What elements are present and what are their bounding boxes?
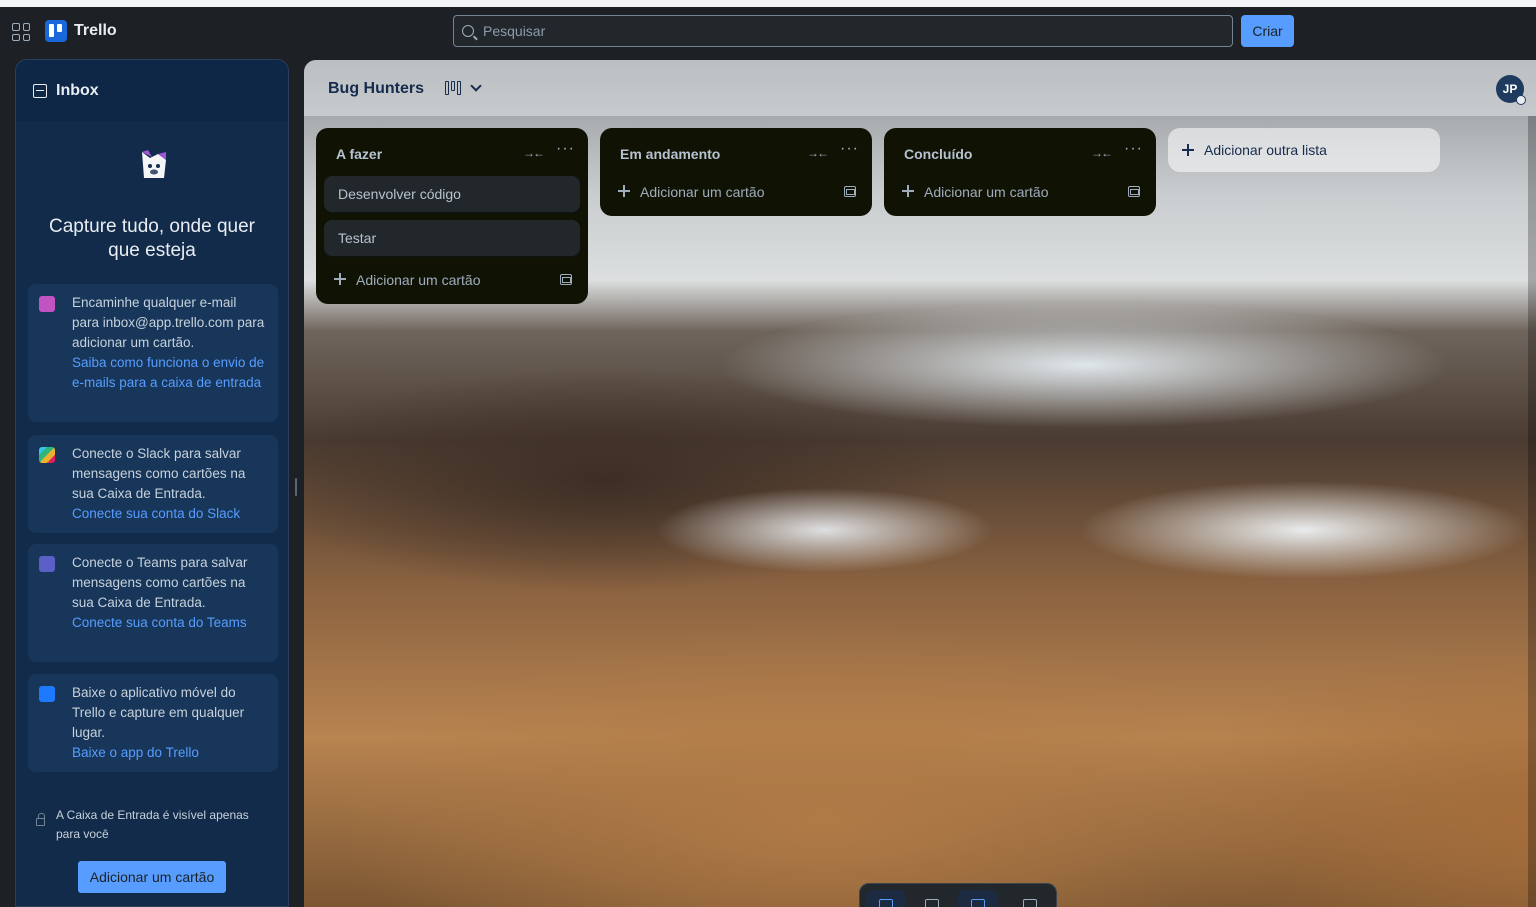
board-view-icon[interactable]	[445, 81, 463, 95]
inbox-icon	[33, 83, 47, 98]
admin-badge-icon	[1516, 95, 1526, 105]
add-card-button[interactable]: Adicionar um cartão	[608, 176, 864, 208]
tip-text: Conecte o Teams para salvar mensagens co…	[72, 555, 248, 610]
search-input[interactable]	[483, 23, 1183, 39]
tip-mobile: Baixe o aplicativo móvel do Trello e cap…	[28, 674, 278, 772]
tip-slack: Conecte o Slack para salvar mensagens co…	[28, 435, 278, 533]
inbox-add-card-button[interactable]: Adicionar um cartão	[78, 861, 226, 893]
browser-edge	[0, 0, 1536, 7]
collapse-list-icon[interactable]: →←	[1091, 146, 1113, 160]
trello-logo[interactable]: Trello	[45, 20, 117, 42]
tip-text: Encaminhe qualquer e-mail para inbox@app…	[72, 295, 265, 350]
slack-icon	[39, 447, 55, 463]
add-card-label: Adicionar um cartão	[640, 184, 765, 200]
board-canvas: Bug Hunters JP A fazer →← ··· Desenvolve…	[304, 60, 1536, 907]
list-em-andamento[interactable]: Em andamento →← ··· Adicionar um cartão	[600, 128, 872, 216]
app-name: Trello	[74, 22, 117, 39]
inbox-hero-text: Capture tudo, onde quer que esteja	[49, 216, 255, 261]
tip-link-teams[interactable]: Conecte sua conta do Teams	[72, 613, 266, 633]
tip-link-email[interactable]: Saiba como funciona o envio de e-mails p…	[72, 353, 266, 393]
avatar-initials: JP	[1502, 82, 1518, 96]
card[interactable]: Testar	[324, 220, 580, 256]
add-card-label: Adicionar um cartão	[924, 184, 1049, 200]
list-title[interactable]: Em andamento	[620, 146, 720, 162]
board-view-toggle[interactable]	[958, 890, 998, 907]
trello-logo-icon	[45, 20, 67, 42]
inbox-privacy-note: A Caixa de Entrada é visível apenas para…	[56, 808, 249, 841]
more-options-icon[interactable]: ···	[1124, 140, 1143, 158]
collapse-list-icon[interactable]: →←	[523, 146, 545, 160]
more-options-icon[interactable]: ···	[840, 140, 859, 158]
search-box[interactable]	[453, 15, 1233, 47]
add-list-button[interactable]: Adicionar outra lista	[1168, 128, 1440, 172]
card-template-icon[interactable]	[844, 186, 856, 197]
add-card-button[interactable]: Adicionar um cartão	[892, 176, 1148, 208]
list-title[interactable]: Concluído	[904, 146, 972, 162]
tip-email: Encaminhe qualquer e-mail para inbox@app…	[28, 284, 278, 422]
inbox-title: Inbox	[56, 81, 99, 99]
create-button[interactable]: Criar	[1241, 15, 1294, 47]
search-icon	[462, 25, 474, 37]
tip-text: Conecte o Slack para salvar mensagens co…	[72, 446, 246, 501]
teams-icon	[39, 556, 55, 572]
switch-board-icon	[1023, 899, 1037, 907]
list-header: Concluído →← ···	[884, 128, 1156, 176]
switch-boards-toggle[interactable]	[1010, 890, 1050, 907]
avatar[interactable]: JP	[1496, 75, 1526, 105]
mobile-icon	[39, 686, 55, 702]
tip-link-slack[interactable]: Conecte sua conta do Slack	[72, 504, 266, 524]
chevron-down-icon[interactable]	[470, 80, 482, 92]
board-icon	[971, 899, 985, 907]
list-header: A fazer →← ···	[316, 128, 588, 176]
tip-text: Baixe o aplicativo móvel do Trello e cap…	[72, 685, 245, 740]
plus-icon	[334, 273, 346, 285]
tip-link-mobile[interactable]: Baixe o app do Trello	[72, 743, 266, 763]
top-navigation-bar: Trello Criar	[0, 7, 1536, 55]
list-header: Em andamento →← ···	[600, 128, 872, 176]
card[interactable]: Desenvolver código	[324, 176, 580, 212]
plus-icon	[1182, 144, 1194, 156]
board-title[interactable]: Bug Hunters	[328, 80, 424, 98]
card-template-icon[interactable]	[560, 274, 572, 285]
email-icon	[39, 296, 55, 312]
list-concluido[interactable]: Concluído →← ··· Adicionar um cartão	[884, 128, 1156, 216]
calendar-icon	[925, 899, 939, 907]
app-switcher-icon[interactable]	[12, 23, 30, 41]
inbox-panel: Inbox Capture tudo, onde quer que esteja…	[15, 59, 289, 907]
list-title[interactable]: A fazer	[336, 146, 382, 162]
collapse-list-icon[interactable]: →←	[807, 146, 829, 160]
lock-icon	[36, 813, 45, 826]
add-card-button[interactable]: Adicionar um cartão	[324, 264, 580, 296]
plus-icon	[618, 185, 630, 197]
board-scrollbar[interactable]	[1528, 116, 1536, 907]
inbox-toggle-icon	[879, 899, 893, 907]
card-template-icon[interactable]	[1128, 186, 1140, 197]
add-list-label: Adicionar outra lista	[1204, 142, 1327, 158]
board-header: Bug Hunters JP	[304, 60, 1536, 116]
view-switcher	[859, 883, 1057, 907]
taco-mascot-icon	[142, 150, 166, 178]
add-card-label: Adicionar um cartão	[356, 272, 481, 288]
planner-view-toggle[interactable]	[912, 890, 952, 907]
panel-resize-handle[interactable]	[295, 478, 297, 496]
plus-icon	[902, 185, 914, 197]
more-options-icon[interactable]: ···	[556, 140, 575, 158]
inbox-header: Inbox	[16, 60, 288, 121]
list-a-fazer[interactable]: A fazer →← ··· Desenvolver código Testar…	[316, 128, 588, 304]
inbox-view-toggle[interactable]	[866, 890, 906, 907]
tip-teams: Conecte o Teams para salvar mensagens co…	[28, 544, 278, 662]
